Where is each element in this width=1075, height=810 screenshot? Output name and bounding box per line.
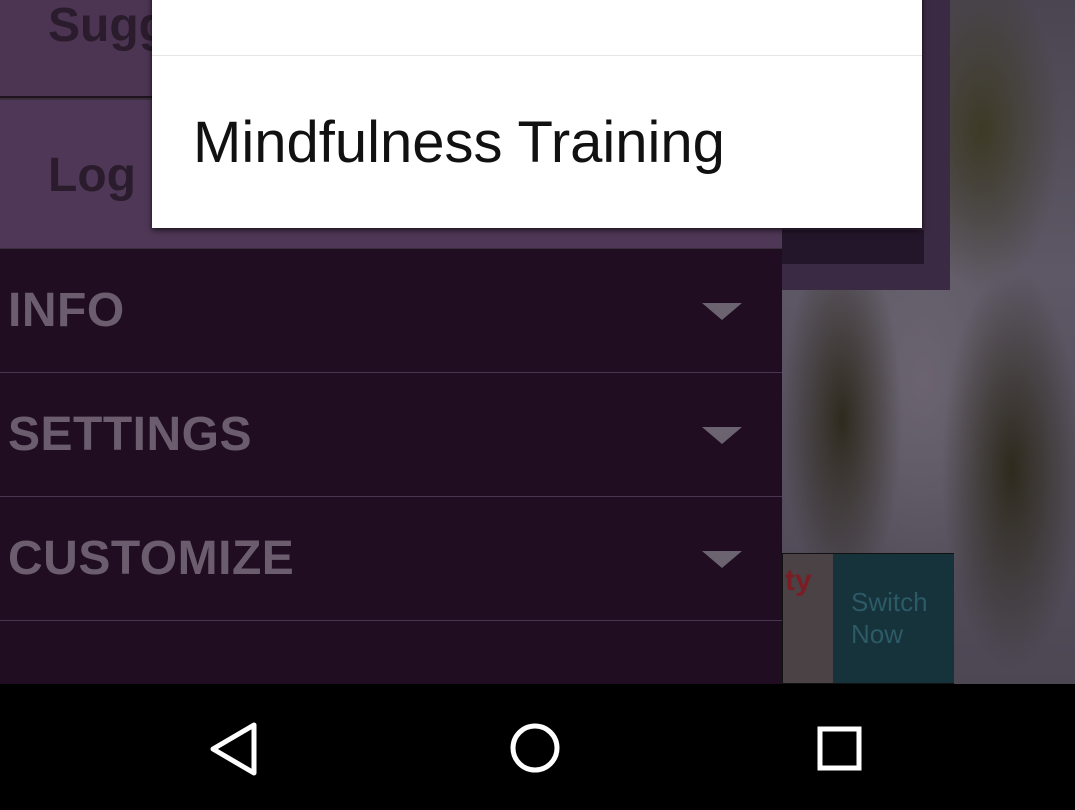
chevron-down-icon (702, 427, 742, 444)
ad-banner[interactable]: ty Switch Now (782, 553, 954, 684)
popup-menu: Mindfulness Training (152, 0, 922, 228)
home-button[interactable] (485, 699, 585, 799)
drawer-section-customize[interactable]: CUSTOMIZE (0, 497, 782, 621)
recents-icon (817, 726, 862, 771)
back-icon (210, 722, 257, 776)
back-button[interactable] (184, 699, 284, 799)
popup-menu-item-label: Mindfulness Training (193, 110, 725, 175)
home-icon (510, 723, 560, 773)
system-nav-bar (0, 684, 1075, 810)
drawer-item-label: Log (48, 149, 136, 202)
drawer-item-label: Sugg (48, 0, 168, 52)
recents-button[interactable] (789, 699, 889, 799)
ad-banner-text: ty (785, 564, 812, 597)
chevron-down-icon (702, 303, 742, 320)
section-label: CUSTOMIZE (8, 532, 295, 585)
popup-menu-item-mindfulness[interactable]: Mindfulness Training (152, 57, 922, 228)
app-screen: ty Switch Now Sugg Log INFO SETTINGS CUS… (0, 0, 1075, 684)
popup-menu-item-previous[interactable] (152, 0, 922, 56)
chevron-down-icon (702, 551, 742, 568)
ad-banner-left: ty (783, 554, 833, 683)
drawer-section-settings[interactable]: SETTINGS (0, 373, 782, 497)
section-label: INFO (8, 284, 125, 337)
drawer-section-info[interactable]: INFO (0, 249, 782, 373)
background-header-bar (782, 230, 924, 264)
drawer-section-next[interactable] (0, 621, 782, 684)
switch-now-button[interactable]: Switch Now (833, 554, 954, 683)
section-label: SETTINGS (8, 408, 253, 461)
